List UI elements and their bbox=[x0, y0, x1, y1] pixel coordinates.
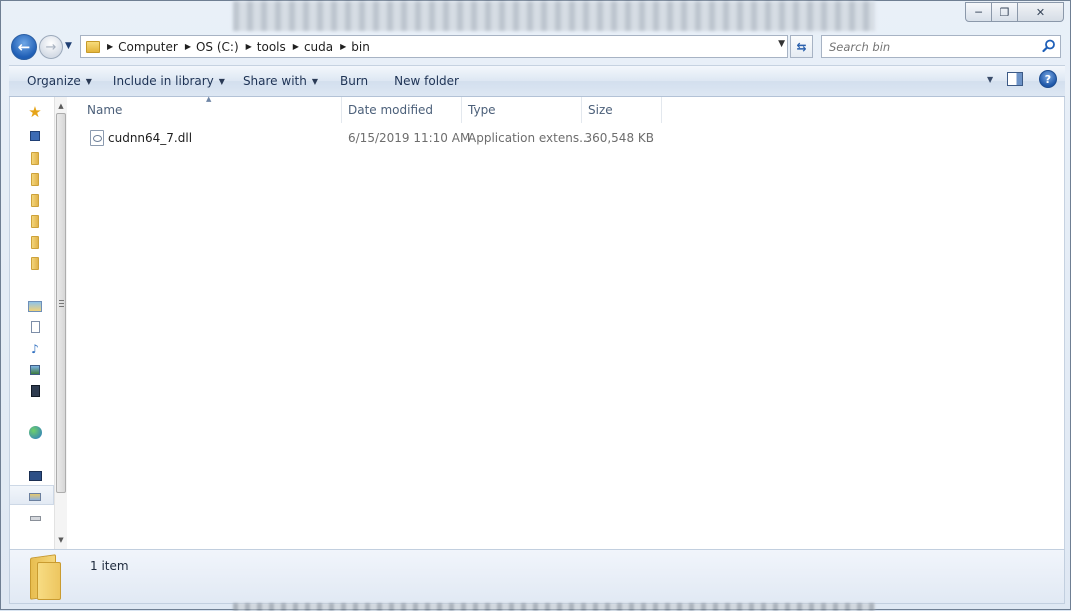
burn-label: Burn bbox=[340, 74, 369, 88]
column-header-name[interactable]: ▲ Name bbox=[70, 95, 342, 123]
organize-label: Organize bbox=[27, 74, 81, 88]
refresh-icon: ⇆ bbox=[796, 39, 807, 54]
homegroup-icon[interactable] bbox=[28, 425, 42, 439]
change-view-button[interactable]: ▼ bbox=[975, 72, 993, 86]
navigation-pane: ★ ♪ ▲ ▼ bbox=[10, 97, 67, 549]
help-icon: ? bbox=[1044, 72, 1052, 86]
breadcrumb-computer[interactable]: Computer bbox=[118, 40, 178, 54]
forward-button[interactable]: → bbox=[39, 35, 63, 59]
file-row[interactable]: cudnn64_7.dll 6/15/2019 11:10 AM Applica… bbox=[70, 127, 670, 149]
folder-icon[interactable] bbox=[28, 235, 42, 249]
burn-button[interactable]: Burn bbox=[332, 69, 376, 93]
folder-icon bbox=[86, 40, 100, 53]
file-name: cudnn64_7.dll bbox=[108, 131, 193, 145]
favorites-star-icon[interactable]: ★ bbox=[28, 103, 42, 121]
forward-arrow-icon: → bbox=[45, 39, 57, 55]
search-input[interactable] bbox=[829, 39, 1039, 54]
maximize-button[interactable]: ❐ bbox=[992, 2, 1018, 22]
file-size: 360,548 KB bbox=[584, 131, 654, 145]
dll-file-icon bbox=[90, 130, 104, 146]
minimize-icon: ─ bbox=[975, 5, 982, 19]
documents-icon[interactable] bbox=[28, 320, 42, 334]
preview-pane-button[interactable] bbox=[1007, 72, 1023, 86]
column-header-type-label: Type bbox=[468, 103, 496, 117]
search-icon[interactable] bbox=[1042, 39, 1056, 53]
help-button[interactable]: ? bbox=[1039, 70, 1057, 88]
column-header-type[interactable]: Type bbox=[462, 97, 582, 123]
folder-icon[interactable] bbox=[28, 151, 42, 165]
folder-icon[interactable] bbox=[28, 193, 42, 207]
videos-icon[interactable] bbox=[28, 384, 42, 398]
breadcrumb-os-c[interactable]: OS (C:) bbox=[196, 40, 239, 54]
desktop-icon[interactable] bbox=[28, 129, 42, 143]
include-in-library-label: Include in library bbox=[112, 74, 214, 88]
back-button[interactable]: ← bbox=[11, 34, 37, 60]
search-box[interactable] bbox=[821, 35, 1061, 58]
chevron-down-icon: ▼ bbox=[218, 76, 225, 86]
command-bar: Organize ▼ Include in library ▼ Share with… bbox=[9, 65, 1065, 97]
share-with-label: Share with bbox=[242, 74, 307, 88]
folder-icon[interactable] bbox=[28, 214, 42, 228]
music-icon[interactable]: ♪ bbox=[28, 342, 42, 356]
chevron-down-icon[interactable]: ▼ bbox=[987, 75, 993, 84]
scroll-down-icon[interactable]: ▼ bbox=[55, 533, 67, 547]
close-button[interactable]: ✕ bbox=[1018, 2, 1064, 22]
navigation-bar: ← → ▼ ▶ Computer ▶ OS (C:) ▶ tools ▶ cud… bbox=[9, 33, 1065, 61]
caption-buttons: ─ ❐ ✕ bbox=[965, 2, 1064, 22]
chevron-down-icon: ▼ bbox=[65, 41, 72, 51]
new-folder-label: New folder bbox=[394, 74, 459, 88]
recent-pages-dropdown[interactable]: ▼ bbox=[65, 41, 77, 53]
breadcrumb-cuda[interactable]: cuda bbox=[304, 40, 333, 54]
column-header-date-label: Date modified bbox=[348, 103, 434, 117]
column-header-date-modified[interactable]: Date modified bbox=[342, 97, 462, 123]
explorer-window: ─ ❐ ✕ ← → ▼ ▶ Computer ▶ OS (C:) ▶ tools… bbox=[0, 0, 1071, 611]
share-with-button[interactable]: Share with ▼ bbox=[235, 69, 326, 93]
details-pane: 1 item bbox=[9, 549, 1065, 604]
breadcrumb-arrow-icon[interactable]: ▶ bbox=[293, 42, 299, 51]
breadcrumb-arrow-icon[interactable]: ▶ bbox=[185, 42, 191, 51]
background-window-ghost bbox=[233, 1, 875, 31]
organize-button[interactable]: Organize ▼ bbox=[19, 69, 100, 93]
column-header-name-label: Name bbox=[87, 103, 123, 117]
nav-pane-scrollbar[interactable]: ▲ ▼ bbox=[54, 97, 67, 549]
column-header-size[interactable]: Size bbox=[582, 97, 662, 123]
folder-icon[interactable] bbox=[28, 172, 42, 186]
file-list: ▲ Name Date modified Type Size cudnn64_7… bbox=[70, 95, 1064, 549]
folder-icon[interactable] bbox=[28, 256, 42, 270]
back-arrow-icon: ← bbox=[17, 38, 31, 56]
breadcrumb-arrow-icon[interactable]: ▶ bbox=[246, 42, 252, 51]
maximize-icon: ❐ bbox=[999, 5, 1010, 19]
chevron-down-icon: ▼ bbox=[85, 76, 92, 86]
removable-drive-icon[interactable] bbox=[28, 511, 42, 525]
close-icon: ✕ bbox=[1035, 5, 1046, 19]
drive-icon[interactable] bbox=[28, 490, 42, 504]
folder-icon bbox=[30, 554, 64, 600]
libraries-icon[interactable] bbox=[28, 299, 42, 313]
scroll-grip-icon bbox=[59, 300, 64, 307]
pictures-icon[interactable] bbox=[28, 363, 42, 377]
breadcrumb-arrow-icon[interactable]: ▶ bbox=[340, 42, 346, 51]
scrollbar-thumb[interactable] bbox=[56, 113, 66, 493]
address-history-dropdown-icon[interactable]: ▼ bbox=[778, 39, 785, 49]
chevron-down-icon: ▼ bbox=[311, 76, 318, 86]
include-in-library-button[interactable]: Include in library ▼ bbox=[105, 69, 233, 93]
breadcrumb-tools[interactable]: tools bbox=[257, 40, 286, 54]
sort-ascending-icon: ▲ bbox=[206, 95, 212, 103]
new-folder-button[interactable]: New folder bbox=[386, 69, 467, 93]
content-area: ★ ♪ ▲ ▼ ▲ Name Date modified Type Size c… bbox=[9, 95, 1065, 549]
breadcrumb-arrow-icon[interactable]: ▶ bbox=[107, 42, 113, 51]
refresh-button[interactable]: ⇆ bbox=[790, 35, 813, 58]
item-count: 1 item bbox=[90, 559, 129, 573]
column-header-size-label: Size bbox=[588, 103, 613, 117]
computer-icon[interactable] bbox=[28, 469, 42, 483]
breadcrumb-bin[interactable]: bin bbox=[351, 40, 370, 54]
scroll-up-icon[interactable]: ▲ bbox=[55, 99, 67, 113]
file-date-modified: 6/15/2019 11:10 AM bbox=[348, 131, 471, 145]
address-bar[interactable]: ▶ Computer ▶ OS (C:) ▶ tools ▶ cuda ▶ bi… bbox=[80, 35, 788, 58]
file-type: Application extens... bbox=[468, 131, 591, 145]
minimize-button[interactable]: ─ bbox=[965, 2, 992, 22]
view-controls: ▼ ? bbox=[975, 70, 1057, 88]
